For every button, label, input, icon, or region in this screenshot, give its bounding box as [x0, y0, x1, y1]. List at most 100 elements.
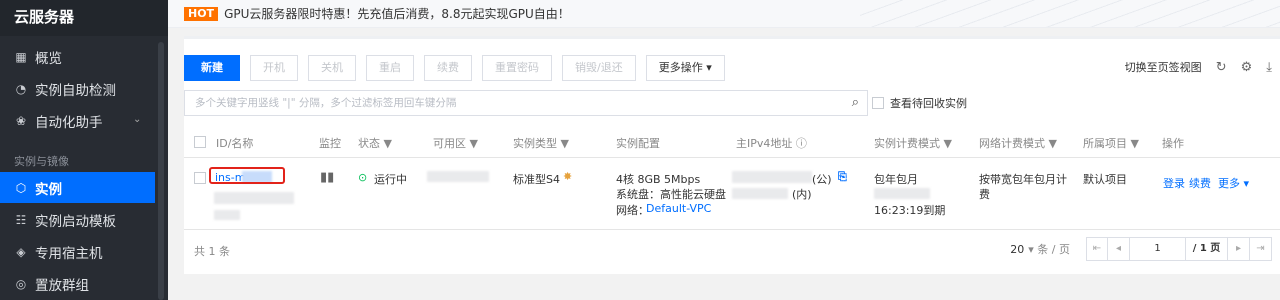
net-billing-line1: 按带宽包年包月计: [979, 173, 1067, 186]
group-icon: ◎: [15, 276, 27, 291]
sidebar-item-automation[interactable]: ❀ 自动化助手 ⌄: [0, 105, 155, 136]
stop-button[interactable]: 关机: [308, 55, 356, 81]
main-area: HOT GPU云服务器限时特惠！先充值后消费，8.8元起实现GPU自由！ 新建 …: [168, 0, 1280, 300]
toolbar-right: 切换至页签视图 ↻ ⚙ ⤓: [1125, 59, 1272, 75]
search-input[interactable]: 多个关键字用竖线 "|" 分隔，多个过滤标签用回车键分隔 ⌕: [184, 90, 868, 116]
recycle-label: 查看待回收实例: [890, 97, 967, 110]
sidebar-item-instances[interactable]: ⬡ 实例: [0, 172, 155, 203]
switch-view-link[interactable]: 切换至页签视图: [1125, 59, 1202, 75]
col-id-name: ID/名称: [216, 137, 254, 150]
restart-button[interactable]: 重启: [366, 55, 414, 81]
public-ip-suffix: (公): [812, 173, 832, 186]
config-spec: 4核 8GB 5Mbps: [616, 173, 701, 186]
sidebar: 云服务器 ▦ 概览 ◔ 实例自助检测 ❀ 自动化助手 ⌄ 实例与镜像 ⬡ 实例 …: [0, 0, 168, 300]
sidebar-item-label: 自动化助手: [35, 114, 103, 131]
config-disk: 系统盘：高性能云硬盘: [616, 188, 726, 201]
promo-banner[interactable]: HOT GPU云服务器限时特惠！先充值后消费，8.8元起实现GPU自由！: [168, 0, 1280, 28]
sidebar-item-label: 实例启动模板: [35, 213, 116, 230]
banner-decoration: [860, 0, 1280, 27]
redacted-name: [214, 192, 294, 204]
type-badge-icon: ✸: [563, 170, 573, 183]
destroy-button[interactable]: 销毁/退还: [562, 55, 636, 81]
login-link[interactable]: 登录: [1163, 175, 1185, 191]
total-count: 共 1 条: [194, 245, 230, 258]
highlight-box: [209, 167, 285, 184]
instance-panel: 新建 开机 关机 重启 续费 重置密码 销毁/退还 更多操作 ▾ 切换至页签视图…: [184, 36, 1280, 274]
more-link[interactable]: 更多 ▾: [1218, 175, 1249, 191]
sidebar-scrollbar[interactable]: [158, 42, 164, 300]
sidebar-item-overview[interactable]: ▦ 概览: [0, 41, 155, 72]
recycle-checkbox[interactable]: [872, 97, 884, 109]
first-page-button[interactable]: ⇤: [1086, 237, 1108, 261]
last-page-button[interactable]: ⇥: [1250, 237, 1272, 261]
sidebar-item-placement-groups[interactable]: ◎ 置放群组: [0, 268, 155, 299]
col-monitor: 监控: [319, 137, 341, 150]
project-name: 默认项目: [1083, 173, 1127, 186]
next-page-button[interactable]: ▸: [1228, 237, 1250, 261]
gear-icon[interactable]: ⚙: [1241, 60, 1253, 75]
col-zone[interactable]: 可用区 ▼: [433, 135, 478, 151]
gauge-icon: ◔: [15, 81, 27, 96]
net-billing-line2: 费: [979, 188, 990, 201]
monitor-chart-icon[interactable]: ▮▮: [320, 170, 334, 185]
row-checkbox[interactable]: [194, 172, 206, 184]
start-button[interactable]: 开机: [250, 55, 298, 81]
hot-badge: HOT: [184, 6, 219, 21]
col-net-billing[interactable]: 网络计费模式 ▼: [979, 135, 1057, 151]
sidebar-title: 云服务器: [0, 0, 168, 36]
instance-type: 标准型S4: [513, 173, 560, 186]
running-icon: ⊙: [358, 171, 368, 184]
copy-icon[interactable]: ⎘: [838, 170, 847, 184]
page-size-select[interactable]: 20: [1010, 243, 1024, 256]
redacted-name-2: [214, 210, 240, 220]
billing-expire: 16:23:19到期: [874, 204, 946, 217]
col-config: 实例配置: [616, 137, 660, 150]
sidebar-item-self-check[interactable]: ◔ 实例自助检测: [0, 73, 155, 104]
sidebar-item-label: 概览: [35, 50, 62, 67]
sidebar-item-label: 实例自助检测: [35, 82, 116, 99]
vpc-link[interactable]: Default-VPC: [646, 202, 711, 215]
search-placeholder: 多个关键字用竖线 "|" 分隔，多个过滤标签用回车键分隔: [195, 97, 457, 109]
sidebar-item-dedicated-hosts[interactable]: ◈ 专用宿主机: [0, 236, 155, 267]
status-text: 运行中: [374, 173, 407, 186]
sidebar-item-label: 专用宿主机: [35, 245, 103, 262]
more-actions-dropdown[interactable]: 更多操作 ▾: [645, 55, 725, 81]
sidebar-item-label: 实例: [35, 181, 62, 198]
host-icon: ◈: [16, 244, 26, 259]
robot-icon: ❀: [15, 113, 27, 128]
banner-text: GPU云服务器限时特惠！先充值后消费，8.8元起实现GPU自由！: [224, 7, 570, 21]
template-icon: ☷: [15, 212, 27, 227]
col-actions: 操作: [1162, 137, 1184, 150]
select-all-checkbox[interactable]: [194, 136, 206, 148]
reset-password-button[interactable]: 重置密码: [482, 55, 552, 81]
table-header: ID/名称 监控 状态 ▼ 可用区 ▼ 实例类型 ▼ 实例配置 主IPv4地址 …: [184, 126, 1280, 158]
table-footer: 共 1 条 20 ▾ 条 / 页 ⇤ ◂ 1 / 1 页 ▸ ⇥: [184, 230, 1280, 270]
col-project[interactable]: 所属项目 ▼: [1083, 135, 1139, 151]
refresh-icon[interactable]: ↻: [1216, 60, 1227, 75]
col-status[interactable]: 状态 ▼: [358, 135, 392, 151]
chevron-down-icon: ⌄: [133, 114, 142, 125]
sidebar-item-label: 置放群组: [35, 277, 89, 294]
col-type[interactable]: 实例类型 ▼: [513, 135, 569, 151]
toolbar: 新建 开机 关机 重启 续费 重置密码 销毁/退还 更多操作 ▾: [184, 55, 735, 81]
config-network-label: 网络：: [616, 204, 649, 217]
table-row: ins-m ▮▮ ⊙ 运行中 标准型S4 ✸ 4核 8GB 5Mbps 系统盘：…: [184, 158, 1280, 230]
billing-mode: 包年包月: [874, 173, 918, 186]
recycle-filter[interactable]: 查看待回收实例: [872, 95, 967, 111]
sidebar-item-launch-templates[interactable]: ☷ 实例启动模板: [0, 204, 155, 235]
renew-link[interactable]: 续费: [1189, 175, 1211, 191]
redacted-zone: [427, 171, 489, 182]
prev-page-button[interactable]: ◂: [1108, 237, 1130, 261]
grid-icon: ▦: [15, 49, 27, 64]
search-icon[interactable]: ⌕: [852, 91, 859, 115]
sidebar-section-label: 实例与镜像: [14, 155, 69, 168]
redacted-private-ip: [732, 188, 788, 199]
redacted-expire-date: [874, 188, 930, 199]
page-input[interactable]: 1: [1130, 237, 1186, 261]
download-icon[interactable]: ⤓: [1266, 60, 1272, 75]
cube-icon: ⬡: [15, 180, 27, 195]
col-ipv4: 主IPv4地址 ⓘ: [736, 137, 807, 150]
new-button[interactable]: 新建: [184, 55, 240, 81]
col-billing[interactable]: 实例计费模式 ▼: [874, 135, 952, 151]
renew-button[interactable]: 续费: [424, 55, 472, 81]
